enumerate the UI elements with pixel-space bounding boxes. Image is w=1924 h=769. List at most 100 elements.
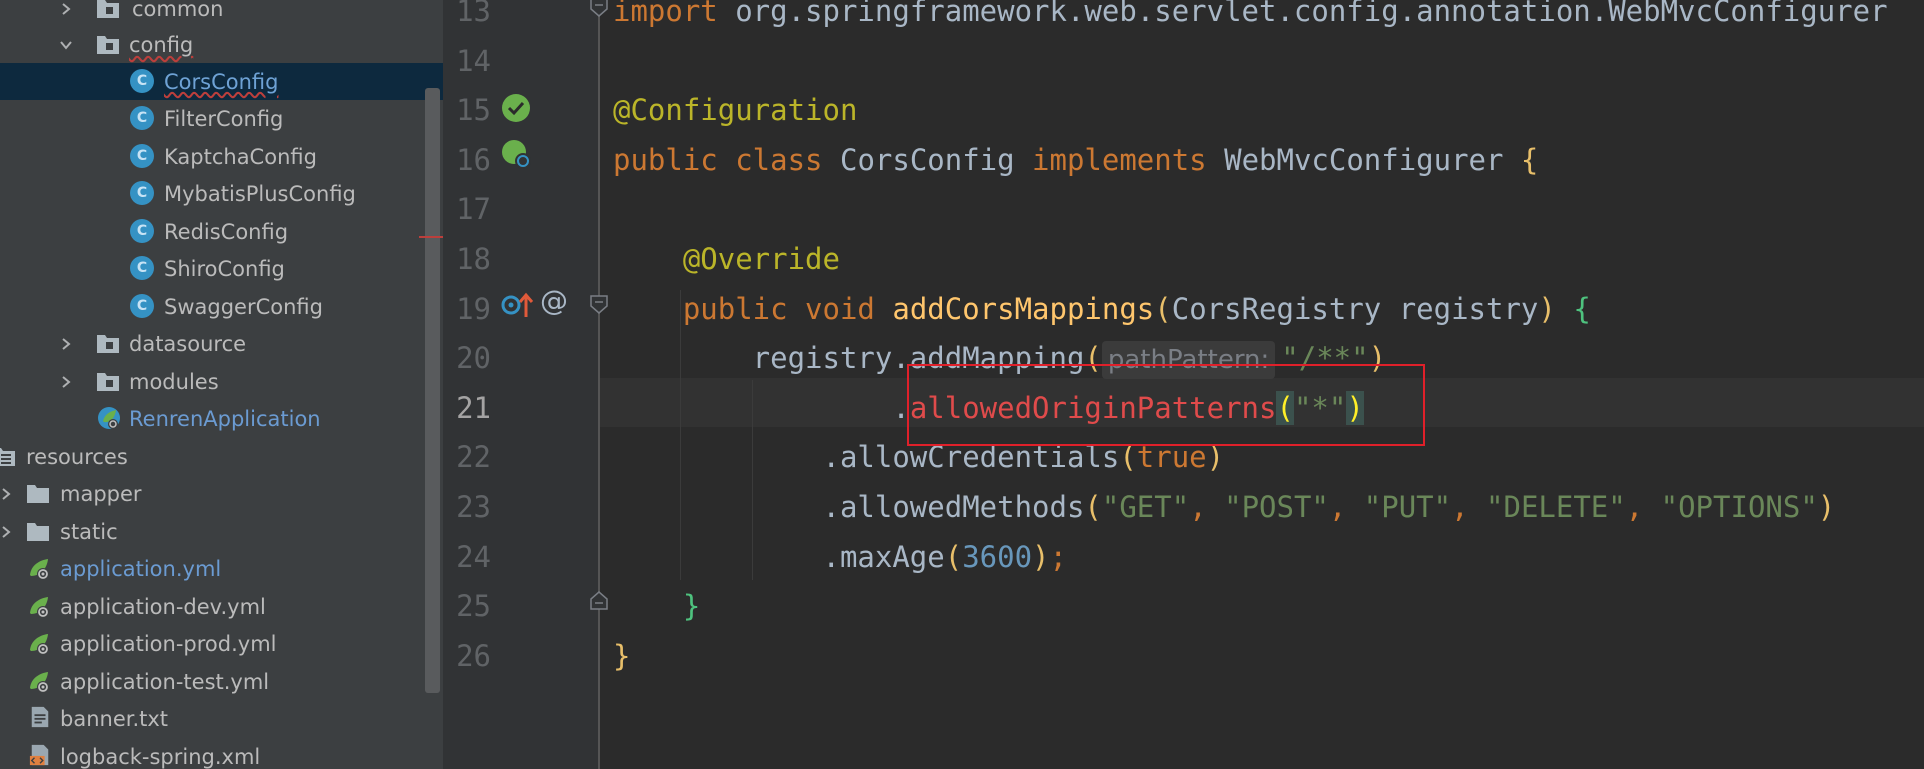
class-icon: C — [130, 256, 154, 280]
class-icon: C — [130, 294, 154, 318]
folder-icon — [27, 523, 49, 541]
tree-item-logback-spring-xml[interactable]: logback-spring.xml — [0, 738, 443, 769]
tree-item-renrenapplication[interactable]: RenrenApplication — [0, 400, 443, 437]
implements-method-icon[interactable] — [500, 290, 534, 320]
tree-item-label: RenrenApplication — [129, 406, 321, 431]
code-line[interactable]: .allowedMethods("GET", "POST", "PUT", "D… — [613, 490, 1836, 524]
code-token: CorsRegistry registry — [1171, 291, 1539, 326]
tree-item-label: mapper — [60, 481, 142, 506]
code-token: import — [613, 0, 736, 28]
tree-item-mapper[interactable]: mapper — [0, 475, 443, 512]
fold-marker-icon[interactable] — [588, 0, 610, 18]
code-token: ( — [944, 539, 963, 574]
tree-item-label: static — [60, 519, 118, 544]
override-at-icon[interactable]: @ — [540, 284, 568, 317]
tree-item-application-prod-yml[interactable]: application-prod.yml — [0, 625, 443, 662]
tree-item-label: ShiroConfig — [164, 256, 285, 281]
code-token: @Configuration — [613, 93, 858, 128]
code-line[interactable]: } — [613, 589, 700, 623]
chevron-right-icon[interactable] — [56, 372, 76, 392]
tree-item-application-test-yml[interactable]: application-test.yml — [0, 663, 443, 700]
folder-icon — [97, 373, 119, 391]
line-number: 16 — [456, 142, 491, 177]
code-line[interactable]: @Configuration — [613, 93, 857, 127]
code-token: { — [1520, 142, 1539, 177]
code-line[interactable]: import org.springframework.web.servlet.c… — [613, 0, 1888, 28]
line-number: 18 — [456, 242, 491, 276]
code-token: 3600 — [962, 539, 1033, 574]
folder-icon — [27, 485, 49, 503]
tree-item-shiroconfig[interactable]: C ShiroConfig — [0, 250, 443, 287]
text-file-icon — [31, 706, 49, 728]
tree-item-swaggerconfig[interactable]: C SwaggerConfig — [0, 288, 443, 325]
tree-item-redisconfig[interactable]: C RedisConfig — [0, 213, 443, 250]
tree-item-label: CorsConfig — [164, 69, 279, 94]
code-line[interactable]: public void addCorsMappings(CorsRegistry… — [613, 292, 1591, 326]
folder-icon — [97, 0, 119, 18]
spring-bean-icon[interactable] — [500, 92, 532, 124]
tree-item-filterconfig[interactable]: C FilterConfig — [0, 100, 443, 137]
code-line[interactable]: public class CorsConfig implements WebMv… — [613, 143, 1538, 177]
code-token: "POST" — [1224, 490, 1329, 524]
chevron-right-icon[interactable] — [0, 484, 16, 504]
code-line[interactable]: .maxAge(3600); — [613, 540, 1067, 574]
code-token: ) — [1817, 490, 1836, 524]
tree-item-kaptchaconfig[interactable]: C KaptchaConfig — [0, 138, 443, 175]
fold-marker-icon[interactable] — [588, 293, 610, 315]
code-token: ; — [1049, 539, 1067, 574]
spring-boot-icon — [98, 407, 120, 429]
code-token: { — [1555, 291, 1591, 326]
tree-item-common[interactable]: common — [0, 0, 443, 27]
tree-item-label: application-prod.yml — [60, 631, 277, 656]
line-number: 19 — [456, 291, 491, 326]
code-line[interactable]: } — [613, 639, 630, 673]
tree-item-application-dev-yml[interactable]: application-dev.yml — [0, 588, 443, 625]
tree-item-corsconfig[interactable]: C CorsConfig — [0, 63, 443, 100]
code-token: implements — [1032, 142, 1225, 177]
code-token: public void — [613, 291, 893, 326]
spring-yml-icon — [30, 672, 49, 693]
class-icon: C — [130, 181, 154, 205]
tree-item-static[interactable]: static — [0, 513, 443, 550]
code-token: ) — [1032, 539, 1050, 574]
error-highlight-box — [907, 364, 1425, 446]
code-token: "PUT" — [1363, 490, 1452, 524]
code-token: , — [1451, 490, 1487, 524]
tree-item-modules[interactable]: modules — [0, 363, 443, 400]
tree-item-resources[interactable]: resources — [0, 438, 443, 475]
line-number: 15 — [456, 93, 491, 128]
code-token: "GET" — [1101, 490, 1190, 524]
tree-item-banner-txt[interactable]: banner.txt — [0, 700, 443, 737]
spring-yml-icon — [30, 597, 49, 618]
tree-item-label: MybatisPlusConfig — [164, 181, 356, 206]
tree-item-mybatisplusconfig[interactable]: C MybatisPlusConfig — [0, 175, 443, 212]
tree-item-label: SwaggerConfig — [164, 294, 323, 319]
chevron-right-icon[interactable] — [56, 0, 76, 19]
tree-item-application-yml[interactable]: application.yml — [0, 550, 443, 587]
tree-item-config[interactable]: config — [0, 26, 443, 63]
chevron-right-icon[interactable] — [0, 522, 16, 542]
code-token: CorsConfig — [839, 142, 1033, 177]
folder-icon — [97, 335, 119, 353]
chevron-right-icon[interactable] — [56, 334, 76, 354]
line-number: 17 — [456, 192, 491, 227]
tree-item-label: application-dev.yml — [60, 594, 266, 619]
tree-item-label: modules — [129, 369, 219, 394]
tree-item-label: datasource — [129, 331, 247, 356]
spring-config-icon[interactable] — [500, 138, 534, 172]
tree-item-label: FilterConfig — [164, 106, 284, 131]
fold-marker-icon[interactable] — [588, 590, 610, 612]
line-number: 20 — [456, 341, 491, 376]
class-icon: C — [130, 106, 154, 130]
chevron-down-icon[interactable] — [56, 35, 76, 55]
code-token: . — [613, 390, 910, 425]
tree-scrollbar[interactable] — [425, 88, 440, 693]
code-line[interactable]: @Override — [613, 242, 840, 276]
xml-file-icon — [29, 744, 49, 766]
tree-item-datasource[interactable]: datasource — [0, 325, 443, 362]
code-token: .allowedMethods — [613, 490, 1085, 524]
code-token: org.springframework.web.servlet.config.a… — [735, 0, 1888, 28]
tree-item-label: application.yml — [60, 556, 222, 581]
line-number: 23 — [456, 490, 491, 524]
code-token: "DELETE" — [1486, 490, 1626, 524]
